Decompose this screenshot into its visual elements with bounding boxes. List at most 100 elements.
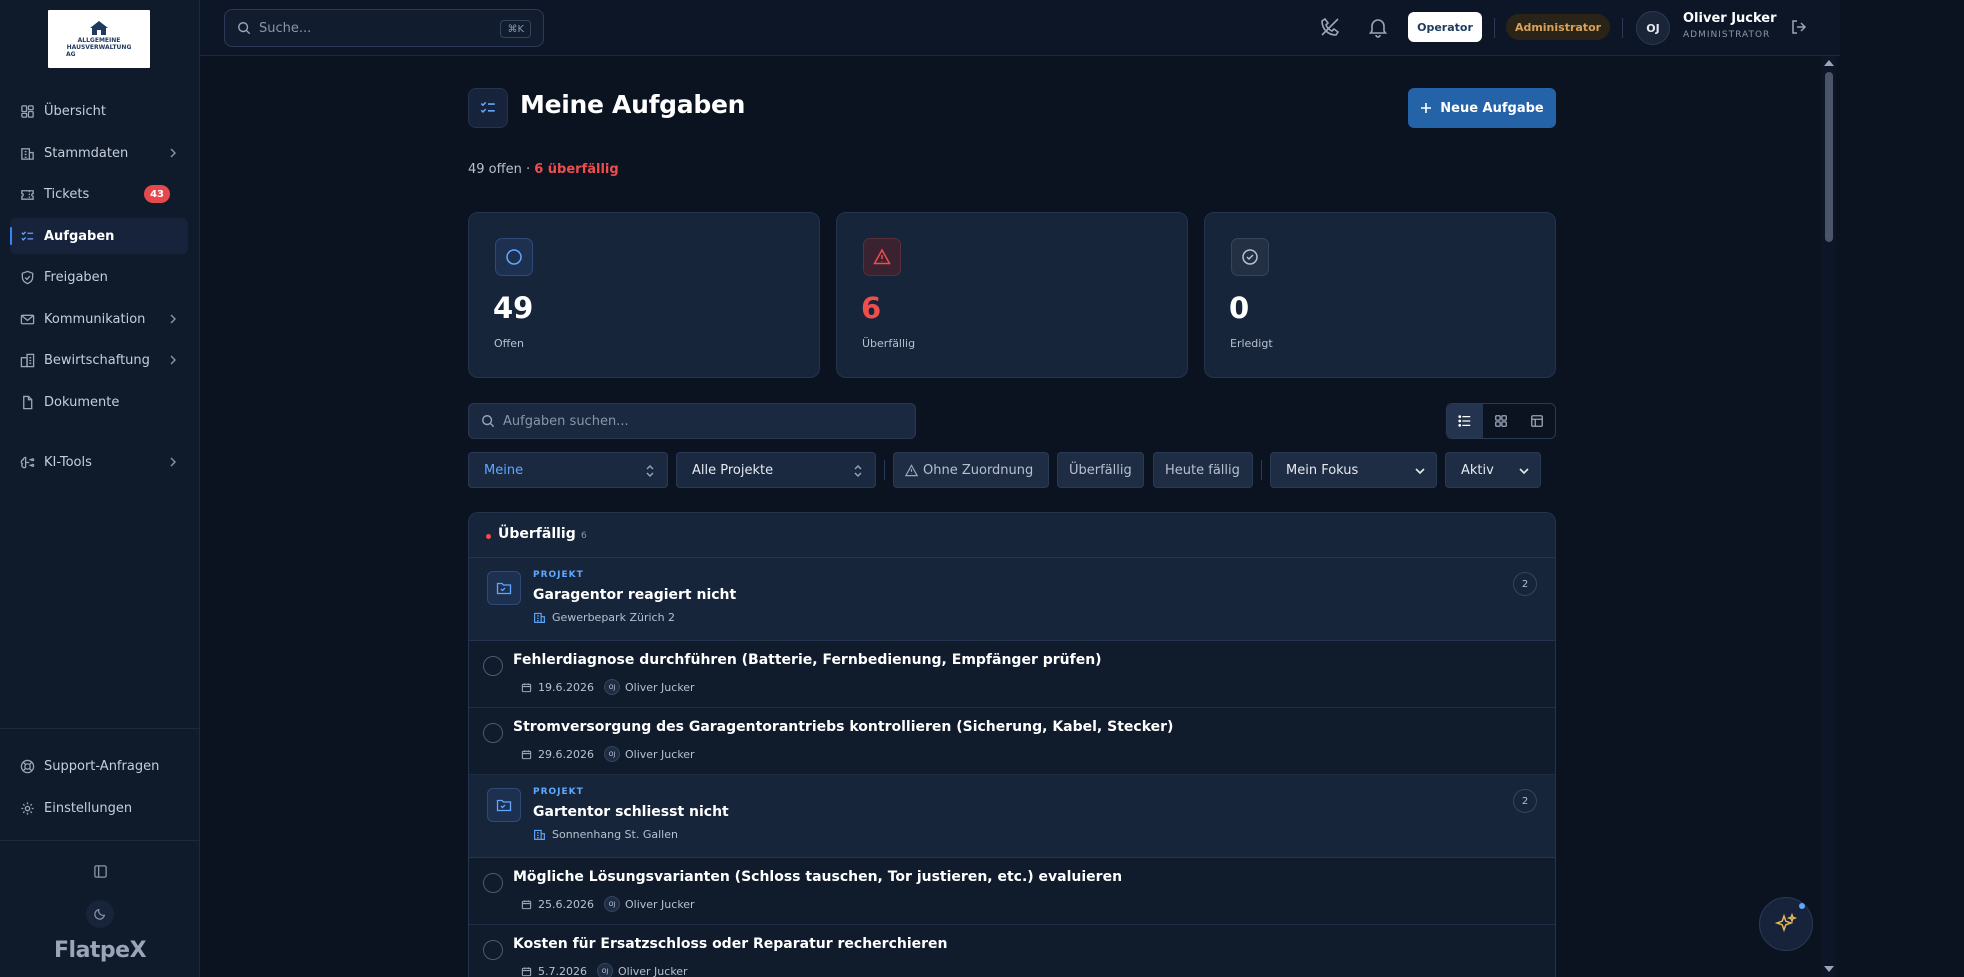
filter-overdue[interactable]: Überfällig [1057, 452, 1144, 488]
status-select[interactable]: Aktiv [1445, 452, 1541, 488]
task-due-date: 25.6.2026 [538, 897, 594, 911]
table-view-button[interactable] [1519, 404, 1555, 438]
logout-icon[interactable] [1790, 18, 1808, 36]
theme-toggle-button[interactable] [86, 900, 114, 928]
project-row[interactable]: PROJEKT Gartentor schliesst nicht Sonnen… [469, 775, 1555, 858]
sidebar-divider [0, 728, 199, 729]
phone-off-icon[interactable] [1319, 16, 1341, 38]
sidebar-item-label: Dokumente [44, 394, 120, 410]
scroll-down-arrow[interactable] [1824, 966, 1834, 972]
shield-check-icon [21, 270, 34, 284]
chip-label: Überfällig [1069, 462, 1132, 478]
stat-label: Erledigt [1230, 337, 1273, 350]
company-logo[interactable]: ALLGEMEINE HAUSVERWALTUNG AG [48, 10, 150, 68]
chevron-down-icon [1415, 468, 1425, 475]
chevron-right-icon [168, 457, 178, 467]
folder-icon [487, 788, 521, 822]
project-kicker: PROJEKT [533, 570, 584, 580]
calendar-icon [521, 682, 532, 692]
list-view-button[interactable] [1447, 404, 1483, 438]
sidebar-item-aufgaben[interactable]: Aufgaben [10, 218, 188, 254]
group-title: Überfällig [498, 526, 576, 542]
project-location-label: Gewerbepark Zürich 2 [552, 611, 676, 624]
task-search[interactable] [468, 403, 916, 439]
task-row[interactable]: Fehlerdiagnose durchführen (Batterie, Fe… [469, 641, 1555, 708]
chip-label: Ohne Zuordnung [923, 462, 1034, 478]
sidebar-item-kommunikation[interactable]: Kommunikation [10, 301, 188, 337]
stat-card-done[interactable]: 0 Erledigt [1204, 212, 1556, 378]
task-title[interactable]: Fehlerdiagnose durchführen (Batterie, Fe… [513, 652, 1102, 668]
avatar[interactable]: OJ [1636, 11, 1670, 45]
task-row[interactable]: Mögliche Lösungsvarianten (Schloss tausc… [469, 858, 1555, 925]
bell-icon[interactable] [1367, 16, 1389, 38]
operator-button[interactable]: Operator [1408, 12, 1482, 42]
assignee-avatar: OJ [603, 679, 620, 695]
new-task-button[interactable]: Neue Aufgabe [1408, 88, 1556, 128]
sidebar-item-freigaben[interactable]: Freigaben [10, 259, 188, 295]
task-checkbox[interactable] [483, 873, 503, 893]
scrollbar-thumb[interactable] [1825, 72, 1833, 242]
sidebar-item-tickets[interactable]: Tickets 43 [10, 176, 188, 212]
brain-icon [20, 456, 35, 468]
scroll-up-arrow[interactable] [1824, 60, 1834, 66]
filter-no-assignment[interactable]: Ohne Zuordnung [893, 452, 1049, 488]
project-location: Gewerbepark Zürich 2 [533, 611, 675, 624]
summary-open: 49 offen · [468, 162, 535, 177]
project-title[interactable]: Gartentor schliesst nicht [533, 804, 729, 820]
calendar-icon [521, 749, 532, 759]
task-title[interactable]: Mögliche Lösungsvarianten (Schloss tausc… [513, 869, 1122, 885]
sidebar-item-label: Support-Anfragen [44, 758, 160, 774]
search-icon [482, 415, 495, 428]
project-title[interactable]: Garagentor reagiert nicht [533, 587, 736, 603]
buildings-icon [20, 353, 35, 367]
list-icon [1458, 415, 1471, 427]
project-row[interactable]: PROJEKT Garagentor reagiert nicht Gewerb… [469, 558, 1555, 641]
group-header-overdue[interactable]: Überfällig 6 [469, 513, 1555, 558]
task-meta: 5.7.2026 OJ Oliver Jucker [521, 963, 688, 977]
check-circle-icon [1231, 238, 1269, 276]
stat-value: 6 [861, 291, 882, 325]
sidebar-item-einstellungen[interactable]: Einstellungen [10, 790, 188, 826]
sidebar-item-support[interactable]: Support-Anfragen [10, 748, 188, 784]
logo-line-1: ALLGEMEINE [77, 37, 121, 44]
task-checkbox[interactable] [483, 723, 503, 743]
collapse-sidebar-button[interactable] [86, 857, 114, 885]
search-shortcut: ⌘K [500, 20, 531, 38]
task-title[interactable]: Stromversorgung des Garagentorantriebs k… [513, 719, 1173, 735]
filter-due-today[interactable]: Heute fällig [1153, 452, 1253, 488]
stat-card-overdue[interactable]: 6 Überfällig [836, 212, 1188, 378]
task-assignee: Oliver Jucker [624, 897, 695, 911]
task-row[interactable]: Stromversorgung des Garagentorantriebs k… [469, 708, 1555, 775]
project-select[interactable]: Alle Projekte [676, 452, 876, 488]
chevron-right-icon [168, 355, 178, 365]
task-row[interactable]: Kosten für Ersatzschloss oder Reparatur … [469, 925, 1555, 977]
admin-role-badge[interactable]: Administrator [1506, 14, 1610, 40]
logo-line-2: HAUSVERWALTUNG [66, 44, 132, 51]
sidebar-item-dokumente[interactable]: Dokumente [10, 384, 188, 420]
task-due-date: 5.7.2026 [538, 964, 587, 977]
summary-overdue: 6 überfällig [534, 162, 619, 177]
stat-value: 49 [493, 291, 534, 325]
notification-dot [1799, 903, 1805, 909]
focus-select[interactable]: Mein Fokus [1270, 452, 1437, 488]
calendar-icon [521, 966, 532, 976]
search-icon [238, 22, 251, 35]
sidebar-item-uebersicht[interactable]: Übersicht [10, 93, 188, 129]
task-search-input[interactable] [503, 413, 883, 429]
sidebar-item-bewirtschaftung[interactable]: Bewirtschaftung [10, 342, 188, 378]
stat-card-open[interactable]: 49 Offen [468, 212, 820, 378]
topbar-divider [1622, 18, 1623, 38]
stat-value: 0 [1229, 291, 1250, 325]
task-title[interactable]: Kosten für Ersatzschloss oder Reparatur … [513, 936, 948, 952]
task-checkbox[interactable] [483, 940, 503, 960]
sidebar-item-ki-tools[interactable]: KI-Tools [10, 444, 188, 480]
task-checkbox[interactable] [483, 656, 503, 676]
global-search[interactable]: Suche... ⌘K [224, 9, 544, 47]
sidebar-item-stammdaten[interactable]: Stammdaten [10, 135, 188, 171]
group-count: 6 [581, 531, 587, 541]
scope-select[interactable]: Meine [468, 452, 668, 488]
gear-icon [21, 801, 34, 815]
grid-icon [21, 104, 34, 118]
grid-view-button[interactable] [1483, 404, 1519, 438]
user-name: Oliver Jucker [1683, 11, 1777, 26]
